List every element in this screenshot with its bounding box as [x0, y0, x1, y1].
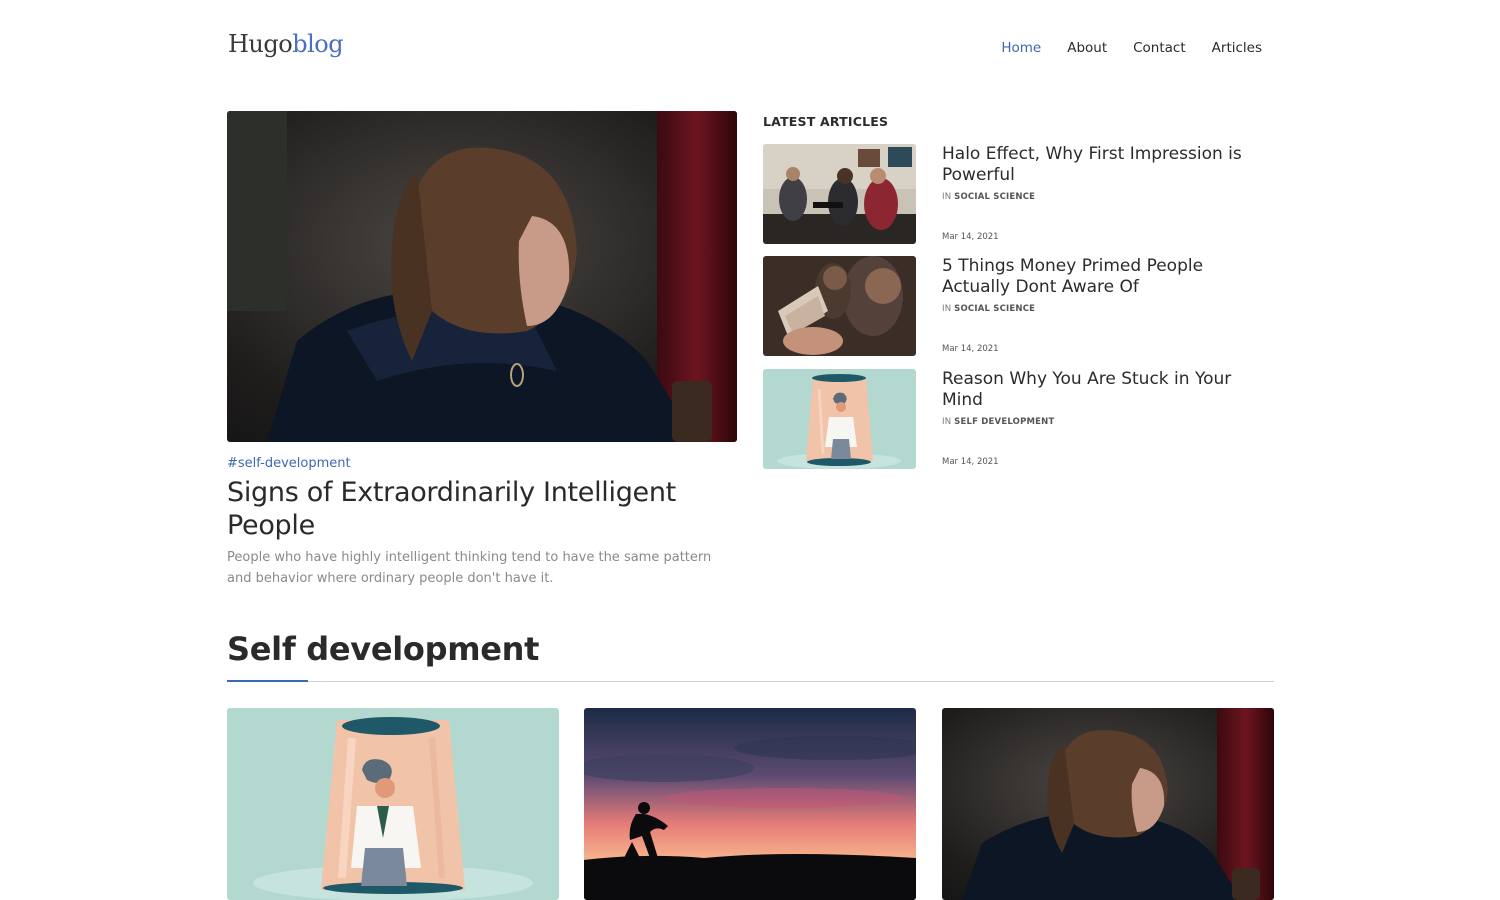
- category-name[interactable]: SELF DEVELOPMENT: [954, 417, 1054, 427]
- nav-articles[interactable]: Articles: [1212, 40, 1262, 56]
- hero-tag[interactable]: #self-development: [227, 456, 351, 471]
- woman-looking-down-image: [227, 111, 737, 442]
- latest-article-category: IN SOCIAL SCIENCE: [942, 304, 1035, 314]
- latest-article-thumbnail[interactable]: [763, 369, 916, 469]
- person-in-glass-image: [763, 369, 916, 469]
- person-in-glass-image: [227, 708, 559, 900]
- category-name[interactable]: SOCIAL SCIENCE: [954, 304, 1035, 314]
- category-name[interactable]: SOCIAL SCIENCE: [954, 192, 1035, 202]
- latest-articles-heading: LATEST ARTICLES: [763, 114, 889, 129]
- money-hand-image: [763, 256, 916, 356]
- latest-article-item: 5 Things Money Primed People Actually Do…: [763, 256, 1273, 356]
- main-nav: Home About Contact Articles: [1001, 40, 1262, 56]
- nav-about[interactable]: About: [1067, 40, 1107, 56]
- latest-article-title[interactable]: Reason Why You Are Stuck in Your Mind: [942, 369, 1262, 411]
- section-card[interactable]: [942, 708, 1274, 900]
- group-sitting-image: [763, 144, 916, 244]
- section-card[interactable]: [227, 708, 559, 900]
- latest-article-date: Mar 14, 2021: [942, 344, 999, 354]
- section-card[interactable]: [584, 708, 916, 900]
- woman-looking-down-image: [942, 708, 1274, 900]
- latest-article-date: Mar 14, 2021: [942, 232, 999, 242]
- latest-article-thumbnail[interactable]: [763, 144, 916, 244]
- latest-article-item: Reason Why You Are Stuck in Your Mind IN…: [763, 369, 1273, 469]
- category-prefix: IN: [942, 417, 952, 427]
- section-divider-accent: [227, 680, 308, 682]
- site-logo[interactable]: Hugoblog: [228, 30, 344, 58]
- category-prefix: IN: [942, 304, 952, 314]
- latest-article-category: IN SELF DEVELOPMENT: [942, 417, 1054, 427]
- latest-article-item: Halo Effect, Why First Impression is Pow…: [763, 144, 1273, 244]
- nav-home[interactable]: Home: [1001, 40, 1041, 56]
- latest-article-date: Mar 14, 2021: [942, 457, 999, 467]
- latest-article-category: IN SOCIAL SCIENCE: [942, 192, 1035, 202]
- hero-description: People who have highly intelligent think…: [227, 550, 712, 586]
- latest-article-title[interactable]: 5 Things Money Primed People Actually Do…: [942, 256, 1262, 298]
- section-divider: [227, 681, 1274, 682]
- latest-article-thumbnail[interactable]: [763, 256, 916, 356]
- category-prefix: IN: [942, 192, 952, 202]
- sunset-silhouette-image: [584, 708, 916, 900]
- logo-text-blog: blog: [292, 30, 344, 58]
- latest-article-title[interactable]: Halo Effect, Why First Impression is Pow…: [942, 144, 1262, 186]
- hero-image[interactable]: [227, 111, 737, 442]
- nav-contact[interactable]: Contact: [1133, 40, 1186, 56]
- section-title: Self development: [227, 630, 540, 668]
- logo-text-hugo: Hugo: [228, 30, 293, 58]
- hero-title[interactable]: Signs of Extraordinarily Intelligent Peo…: [227, 476, 727, 542]
